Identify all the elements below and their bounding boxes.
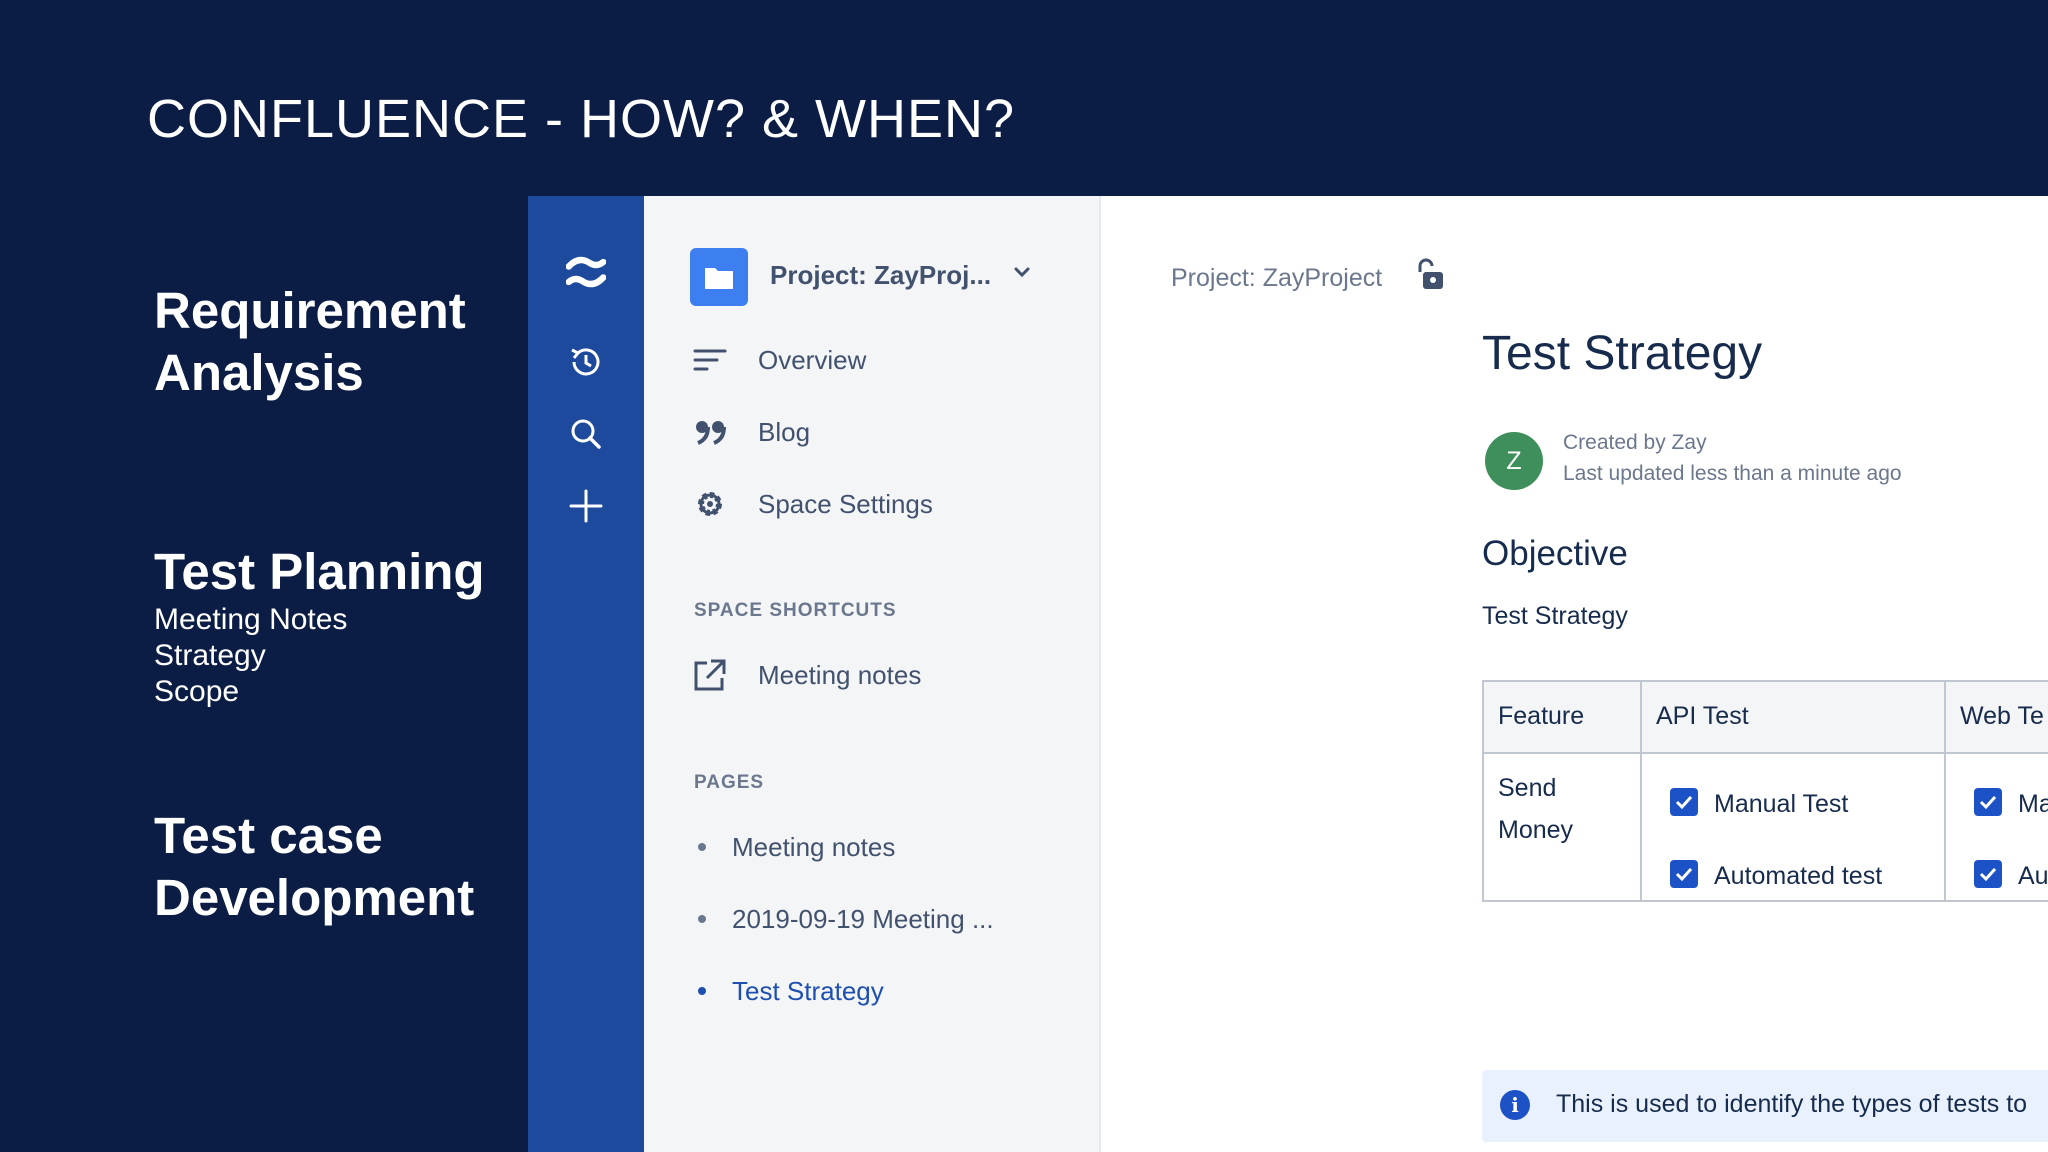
avatar[interactable]: Z [1485, 432, 1543, 490]
page-title: Test Strategy [1482, 327, 1763, 380]
objective-heading: Objective [1482, 534, 1628, 573]
section-item: Scope [154, 675, 240, 708]
checkbox-checked-icon[interactable] [1670, 788, 1698, 816]
gear-icon [690, 484, 730, 524]
checkbox-checked-icon[interactable] [1974, 860, 2002, 888]
nav-item-label: Overview [758, 344, 867, 375]
search-icon[interactable] [566, 414, 606, 454]
page-label: 2019-09-19 Meeting ... [732, 903, 994, 934]
section-heading-test-case: Test case Development [154, 807, 475, 926]
plus-icon[interactable] [566, 486, 606, 526]
divider [1640, 682, 1642, 900]
breadcrumb[interactable]: Project: ZayProject [1171, 264, 1382, 293]
folder-icon[interactable] [690, 248, 748, 306]
space-name[interactable]: Project: ZayProj... [770, 260, 991, 291]
table-header: Feature [1498, 702, 1585, 730]
divider [1944, 682, 1946, 900]
section-item: Meeting Notes [154, 603, 348, 636]
bullet [698, 915, 706, 923]
created-by: Created by Zay [1563, 431, 1707, 454]
bullet [698, 987, 706, 995]
page-item-test-strategy[interactable]: Test Strategy [698, 971, 884, 1011]
confluence-window: Project: ZayProj... Overview Blog Space … [528, 196, 2048, 1152]
feature-table: Feature API Test Web Te Send Money Manua… [1482, 680, 2048, 902]
page-label: Test Strategy [732, 975, 884, 1006]
table-cell: Money [1498, 816, 1574, 844]
confluence-logo-icon[interactable] [566, 252, 606, 292]
info-panel: i This is used to identify the types of … [1482, 1070, 2048, 1142]
info-text: This is used to identify the types of te… [1556, 1090, 2028, 1118]
checkbox-label: Au [2018, 862, 2048, 890]
nav-item-label: Blog [758, 416, 811, 447]
unlock-icon[interactable] [1414, 258, 1446, 297]
table-cell: Send [1498, 774, 1557, 802]
nav-item-space-settings[interactable]: Space Settings [690, 484, 933, 524]
shortcut-label: Meeting notes [758, 659, 922, 690]
page-content: Project: ZayProject Test Strategy Z Crea… [1101, 196, 2048, 1152]
section-heading-test-planning: Test Planning [154, 543, 485, 600]
nav-item-blog[interactable]: Blog [690, 412, 810, 452]
checkbox-label: Automated test [1714, 862, 1883, 890]
external-link-icon [690, 655, 730, 695]
nav-item-label: Space Settings [758, 488, 933, 519]
section-item: Strategy [154, 639, 266, 672]
page-label: Meeting notes [732, 831, 896, 862]
checkbox-label: Ma [2018, 790, 2048, 818]
quote-icon [690, 412, 730, 452]
table-header: Web Te [1960, 702, 2044, 730]
checkbox-checked-icon[interactable] [1974, 788, 2002, 816]
bullet [698, 843, 706, 851]
last-updated: Last updated less than a minute ago [1563, 462, 1902, 485]
history-icon[interactable] [566, 342, 606, 382]
info-icon: i [1500, 1090, 1530, 1120]
space-sidebar: Project: ZayProj... Overview Blog Space … [644, 196, 1101, 1152]
overview-icon [690, 340, 730, 380]
chevron-down-icon[interactable] [1012, 262, 1032, 287]
checkbox-label: tes [2018, 894, 2048, 898]
checkbox-label: Manual Test [1714, 790, 1849, 818]
page-item-meeting-notes[interactable]: Meeting notes [698, 827, 895, 867]
nav-item-overview[interactable]: Overview [690, 340, 866, 380]
slide-title: CONFLUENCE - HOW? & WHEN? [147, 89, 1016, 149]
section-label-pages: PAGES [694, 772, 765, 793]
section-label-shortcuts: SPACE SHORTCUTS [694, 600, 897, 621]
shortcut-meeting-notes[interactable]: Meeting notes [690, 655, 921, 695]
table-header: API Test [1656, 702, 1749, 730]
page-item-meeting-2019[interactable]: 2019-09-19 Meeting ... [698, 899, 994, 939]
section-heading-requirement: Requirement Analysis [154, 282, 466, 401]
global-sidebar [528, 196, 644, 1152]
objective-text: Test Strategy [1482, 602, 1628, 630]
checkbox-checked-icon[interactable] [1670, 860, 1698, 888]
